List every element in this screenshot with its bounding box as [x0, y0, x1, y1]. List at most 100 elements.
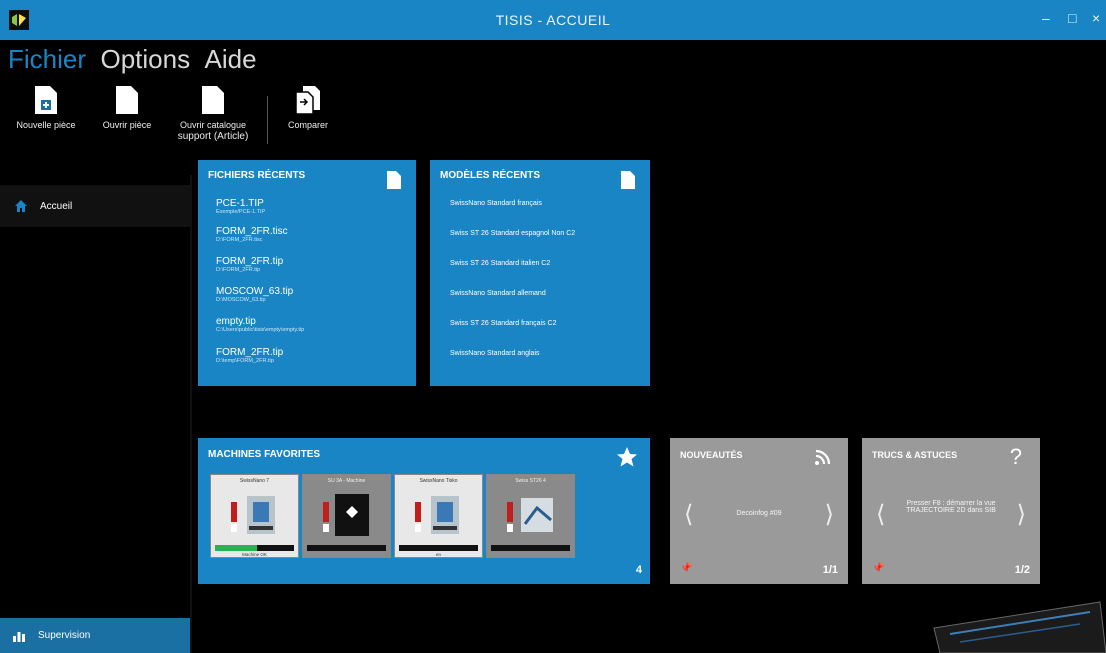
sidebar: Accueil Supervision: [0, 185, 190, 653]
document-icon: [387, 171, 401, 189]
favorites-count: 4: [635, 564, 642, 576]
recent-file-item[interactable]: empty.tip C:\Users\public\tisis\empty\em…: [216, 316, 304, 333]
tips-text[interactable]: Presser F8 : démarrer la vue TRAJECTOIRE…: [896, 500, 1006, 514]
new-part-button[interactable]: Nouvelle pièce: [4, 84, 88, 131]
menu-bar: Fichier Options Aide: [8, 44, 267, 80]
machine-icon: [323, 494, 369, 536]
menu-options[interactable]: Options: [100, 44, 190, 74]
news-page-indicator: 1/1: [822, 564, 838, 576]
question-icon[interactable]: ?: [1010, 444, 1022, 470]
ribbon-separator: [267, 96, 268, 144]
sidebar-item-accueil[interactable]: Accueil: [0, 185, 190, 227]
machine-card-caption: SwissNano 7: [239, 478, 270, 484]
title-bar: TISIS - ACCUEIL – □ ×: [0, 0, 1106, 40]
machine-card[interactable]: Swiss ST26 4: [486, 474, 575, 558]
tips-prev-button[interactable]: ⟨: [876, 500, 885, 529]
minimize-button[interactable]: –: [1042, 10, 1050, 26]
machine-status-text: en: [435, 552, 441, 557]
machine-status-text: Machine OK: [242, 552, 267, 557]
recent-file-name: FORM_2FR.tip: [216, 347, 284, 358]
pin-icon[interactable]: 📌: [872, 563, 884, 574]
favorite-machines-tile: MACHINES FAVORITES SwissNano 7 Machine O…: [198, 438, 650, 584]
news-next-button[interactable]: ⟩: [825, 500, 834, 529]
sidebar-item-label: Accueil: [40, 200, 73, 212]
document-icon: [621, 171, 635, 189]
recent-file-item[interactable]: FORM_2FR.tip D:\FORM_2FR.tip: [216, 256, 283, 273]
recent-model-item[interactable]: Swiss ST 26 Standard français C2: [450, 320, 556, 327]
news-text[interactable]: Decoinfog #09: [704, 510, 814, 517]
news-tile: NOUVEAUTÉS ⟨ Decoinfog #09 ⟩ 📌 1/1: [670, 438, 848, 584]
recent-file-path: D:\MOSCOW_63.tip: [216, 297, 266, 303]
machine-card[interactable]: SwissNano 7 Machine OK: [210, 474, 299, 558]
new-document-icon: [35, 86, 57, 114]
recent-file-item[interactable]: FORM_2FR.tisc D:\FORM_2FR.tisc: [216, 226, 288, 243]
recent-file-name: PCE-1.TIP: [216, 198, 264, 209]
star-icon[interactable]: [616, 446, 638, 468]
recent-file-item[interactable]: FORM_2FR.tip D:\temp\FORM_2FR.tip: [216, 347, 283, 364]
tips-tile: TRUCS & ASTUCES ? ⟨ Presser F8 : démarre…: [862, 438, 1040, 584]
machine-card[interactable]: SwissNano Tisko en: [394, 474, 483, 558]
pin-icon[interactable]: 📌: [680, 563, 692, 574]
device-decoration: [933, 601, 1106, 653]
compare-button[interactable]: Comparer: [276, 84, 340, 131]
close-button[interactable]: ×: [1092, 10, 1100, 26]
recent-file-item[interactable]: MOSCOW_63.tip D:\MOSCOW_63.tip: [216, 286, 293, 303]
tips-title: TRUCS & ASTUCES: [872, 450, 958, 460]
recent-file-path: D:\FORM_2FR.tisc: [216, 237, 263, 243]
menu-fichier[interactable]: Fichier: [8, 44, 86, 74]
machine-card-caption: Swiss ST26 4: [515, 478, 546, 484]
ribbon-toolbar: Nouvelle pièce Ouvrir pièce Ouvrir catal…: [0, 84, 1106, 154]
compare-label: Comparer: [287, 120, 328, 130]
maximize-button[interactable]: □: [1068, 10, 1076, 26]
machine-card-caption: SU 3A - Machine: [327, 478, 366, 484]
recent-files-title: FICHIERS RÉCENTS: [208, 170, 306, 181]
machine-card[interactable]: SU 3A - Machine: [302, 474, 391, 558]
catalog-document-icon: [202, 86, 224, 114]
machine-status-bar: [307, 545, 386, 551]
tips-next-button[interactable]: ⟩: [1017, 500, 1026, 529]
recent-model-item[interactable]: Swiss ST 26 Standard espagnol Non C2: [450, 230, 575, 237]
new-part-label: Nouvelle pièce: [16, 120, 76, 130]
news-prev-button[interactable]: ⟨: [684, 500, 693, 529]
open-catalog-label-line1: Ouvrir catalogue: [179, 120, 247, 130]
open-part-label: Ouvrir pièce: [102, 120, 152, 130]
recent-file-path: D:\temp\FORM_2FR.tip: [216, 358, 274, 364]
open-catalog-button[interactable]: Ouvrir catalogue support (Article): [168, 84, 258, 142]
machine-icon: [507, 498, 553, 532]
compare-icon: [295, 86, 320, 115]
recent-models-title: MODÈLES RÉCENTS: [440, 170, 541, 181]
document-icon: [116, 86, 138, 114]
rss-icon[interactable]: [814, 448, 832, 466]
recent-models-tile: MODÈLES RÉCENTS SwissNano Standard franç…: [430, 160, 650, 386]
open-part-button[interactable]: Ouvrir pièce: [92, 84, 162, 131]
menu-aide[interactable]: Aide: [205, 44, 257, 74]
recent-file-path: Exemple/PCE-1.TIP: [216, 209, 266, 215]
news-title: NOUVEAUTÉS: [680, 450, 743, 460]
tips-page-indicator: 1/2: [1014, 564, 1030, 576]
machine-card-caption: SwissNano Tisko: [419, 478, 458, 484]
sidebar-divider: [190, 175, 192, 653]
machine-status-bar: [399, 545, 478, 551]
window-title: TISIS - ACCUEIL: [495, 12, 611, 28]
recent-file-name: empty.tip: [216, 316, 256, 327]
bar-chart-icon: [13, 631, 25, 642]
home-icon: [15, 200, 27, 212]
sidebar-item-supervision[interactable]: Supervision: [0, 618, 190, 653]
machine-icon: [231, 496, 275, 534]
recent-file-name: FORM_2FR.tip: [216, 256, 284, 267]
open-catalog-label-line2: support (Article): [177, 131, 249, 142]
recent-file-name: FORM_2FR.tisc: [216, 226, 288, 237]
recent-model-item[interactable]: SwissNano Standard français: [450, 200, 542, 207]
recent-model-item[interactable]: Swiss ST 26 Standard italien C2: [450, 260, 550, 267]
machine-status-fill: [215, 545, 257, 551]
recent-file-name: MOSCOW_63.tip: [216, 286, 294, 297]
recent-model-item[interactable]: SwissNano Standard allemand: [450, 290, 546, 297]
recent-file-path: C:\Users\public\tisis\empty\empty.tip: [216, 327, 305, 333]
sidebar-item-label: Supervision: [38, 630, 91, 641]
machine-icon: [415, 496, 459, 534]
recent-model-item[interactable]: SwissNano Standard anglais: [450, 350, 540, 357]
favorite-machines-title: MACHINES FAVORITES: [208, 449, 321, 460]
machine-status-bar: [491, 545, 570, 551]
recent-file-item[interactable]: PCE-1.TIP Exemple/PCE-1.TIP: [216, 198, 265, 215]
recent-file-path: D:\FORM_2FR.tip: [216, 267, 261, 273]
